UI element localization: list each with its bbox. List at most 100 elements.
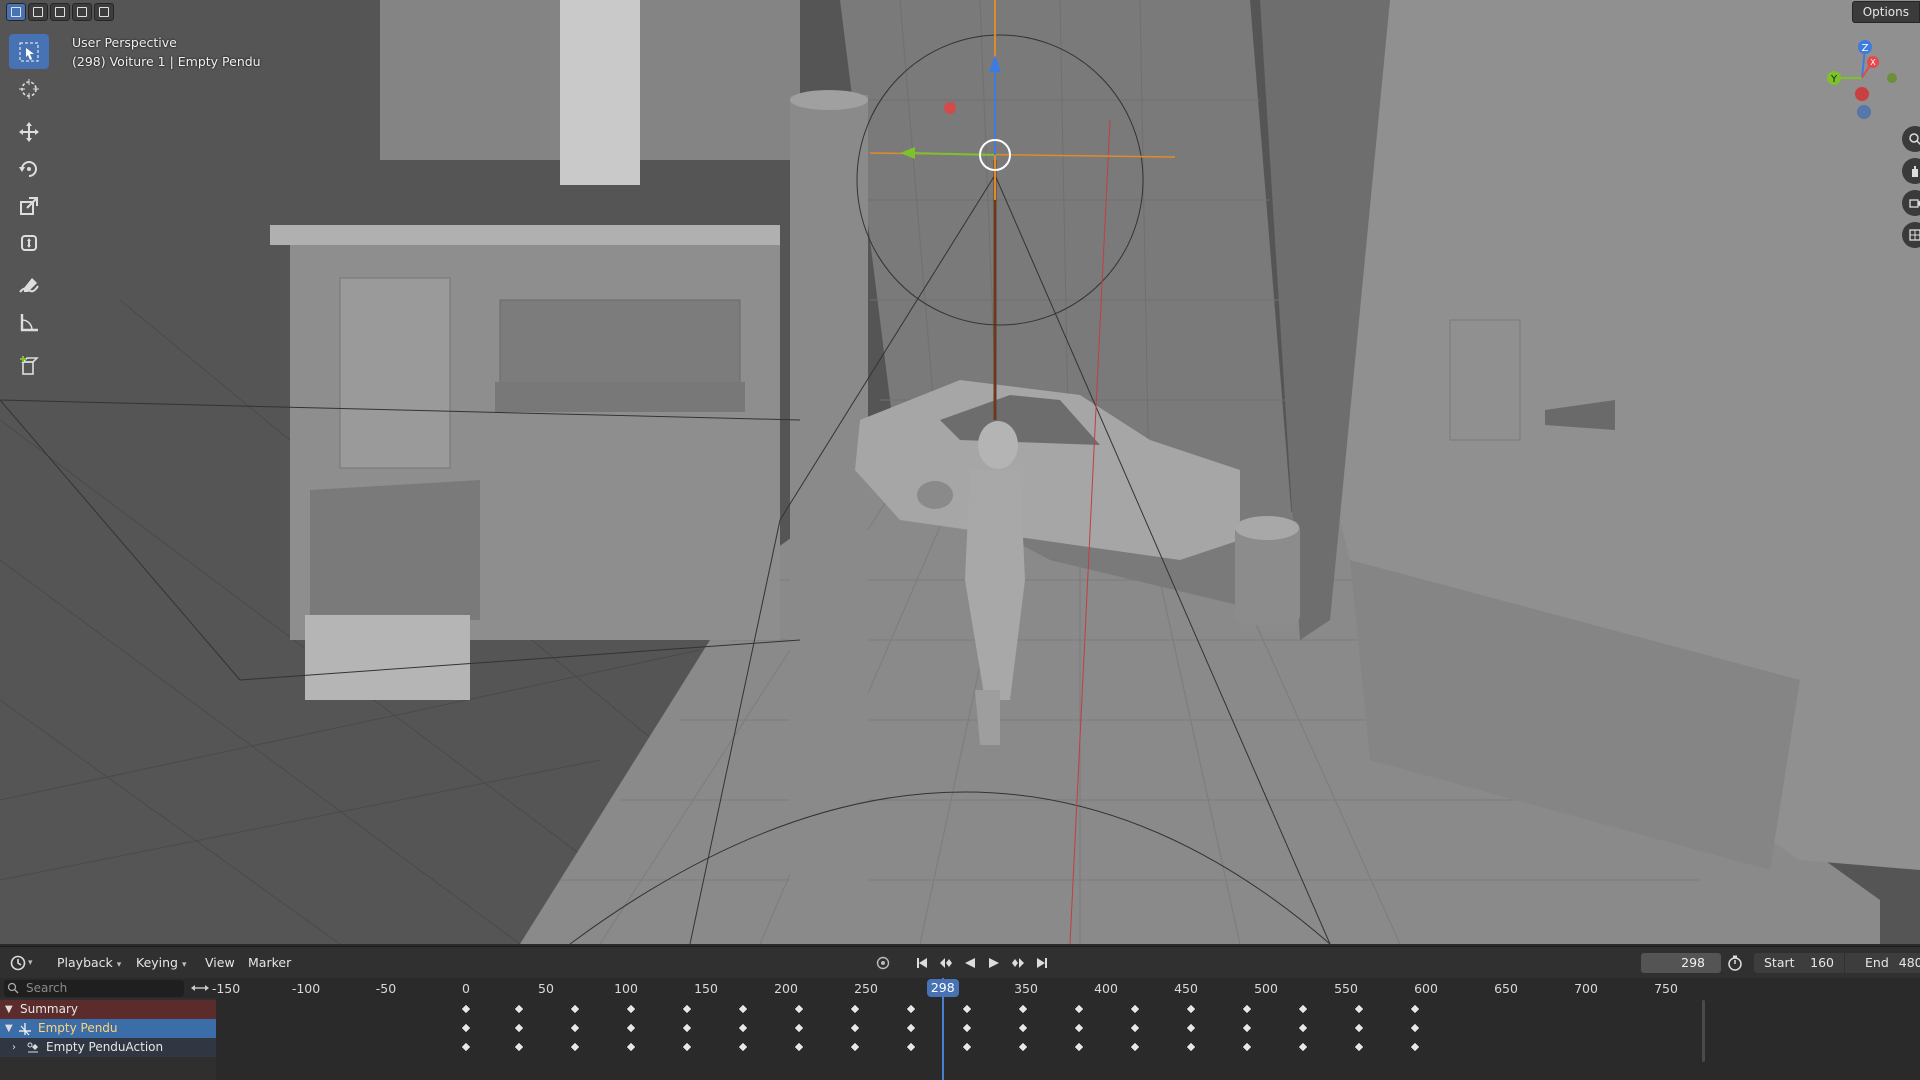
- keyframe-marker[interactable]: [1241, 1022, 1253, 1034]
- neg-z-axis-icon[interactable]: [1857, 105, 1871, 119]
- next-keyframe-button[interactable]: [1008, 954, 1028, 972]
- keyframe-marker[interactable]: [737, 1003, 749, 1015]
- keyframe-marker[interactable]: [681, 1003, 693, 1015]
- neg-y-axis-icon[interactable]: [1887, 73, 1897, 83]
- frame-ruler[interactable]: -150 -100 -50 0 50 100 150 200 250 350 400 450 500 55…: [212, 978, 1920, 998]
- keyframe-marker[interactable]: [849, 1003, 861, 1015]
- channel-object[interactable]: ▼ Empty Pendu: [0, 1019, 216, 1038]
- keyframe-marker[interactable]: [569, 1041, 581, 1053]
- keyframe-marker[interactable]: [905, 1003, 917, 1015]
- keyframe-marker[interactable]: [569, 1022, 581, 1034]
- move-tool[interactable]: [9, 114, 49, 149]
- play-reverse-button[interactable]: [960, 954, 980, 972]
- pan-button[interactable]: [1902, 158, 1920, 184]
- neg-x-axis-icon[interactable]: [1855, 87, 1869, 101]
- keyframe-marker[interactable]: [1297, 1041, 1309, 1053]
- keyframe-marker[interactable]: [1073, 1041, 1085, 1053]
- keyframe-marker[interactable]: [737, 1041, 749, 1053]
- keyframe-marker[interactable]: [460, 1041, 472, 1053]
- playback-menu[interactable]: Playback ▾: [57, 947, 121, 979]
- end-frame-field[interactable]: End 480: [1845, 953, 1920, 973]
- timeline-scrollbar[interactable]: [1702, 1000, 1705, 1062]
- current-frame-field[interactable]: 298: [1641, 953, 1721, 973]
- keyframe-marker[interactable]: [513, 1041, 525, 1053]
- keyframe-marker[interactable]: [1241, 1041, 1253, 1053]
- keyframe-marker[interactable]: [513, 1003, 525, 1015]
- keyframe-marker[interactable]: [1185, 1003, 1197, 1015]
- keyframe-marker[interactable]: [1129, 1003, 1141, 1015]
- jump-end-button[interactable]: [1032, 954, 1052, 972]
- keyframe-marker[interactable]: [1017, 1041, 1029, 1053]
- zoom-button[interactable]: [1902, 126, 1920, 152]
- swap-arrows-icon[interactable]: [190, 982, 210, 994]
- keyframe-marker[interactable]: [681, 1022, 693, 1034]
- keyframe-marker[interactable]: [849, 1041, 861, 1053]
- keyframe-marker[interactable]: [1185, 1022, 1197, 1034]
- keyframe-marker[interactable]: [961, 1022, 973, 1034]
- keyframe-marker[interactable]: [793, 1003, 805, 1015]
- keyframe-marker[interactable]: [569, 1003, 581, 1015]
- select-new-button[interactable]: [6, 3, 26, 21]
- keyframe-marker[interactable]: [1409, 1022, 1421, 1034]
- editor-type-button[interactable]: ▾: [10, 953, 42, 973]
- jump-start-button[interactable]: [912, 954, 932, 972]
- play-button[interactable]: [984, 954, 1004, 972]
- keyframe-area[interactable]: [216, 998, 1920, 1080]
- keyframe-marker[interactable]: [625, 1041, 637, 1053]
- select-difference-button[interactable]: [72, 3, 92, 21]
- keyframe-marker[interactable]: [460, 1022, 472, 1034]
- select-intersect-button[interactable]: [94, 3, 114, 21]
- keyframe-marker[interactable]: [961, 1003, 973, 1015]
- start-frame-field[interactable]: Start 160: [1754, 953, 1844, 973]
- keyframe-marker[interactable]: [1073, 1022, 1085, 1034]
- rotate-tool[interactable]: [9, 151, 49, 186]
- keyframe-marker[interactable]: [1017, 1022, 1029, 1034]
- keyframe-marker[interactable]: [1185, 1041, 1197, 1053]
- view-menu[interactable]: View: [205, 947, 235, 979]
- select-subtract-button[interactable]: [50, 3, 70, 21]
- keyframe-marker[interactable]: [849, 1022, 861, 1034]
- select-box-tool[interactable]: [9, 34, 49, 69]
- keying-menu[interactable]: Keying ▾: [136, 947, 187, 979]
- keyframe-marker[interactable]: [1129, 1022, 1141, 1034]
- keyframe-marker[interactable]: [905, 1022, 917, 1034]
- stopwatch-icon[interactable]: [1726, 954, 1744, 972]
- add-cube-tool[interactable]: [9, 348, 49, 383]
- marker-menu[interactable]: Marker: [248, 947, 291, 979]
- cursor-tool[interactable]: [9, 71, 49, 106]
- measure-tool[interactable]: [9, 305, 49, 340]
- channel-summary[interactable]: ▼ Summary: [0, 1000, 216, 1019]
- channel-search-input[interactable]: Search: [4, 980, 184, 997]
- keyframe-marker[interactable]: [793, 1022, 805, 1034]
- keyframe-marker[interactable]: [1073, 1003, 1085, 1015]
- keyframe-marker[interactable]: [1241, 1003, 1253, 1015]
- scale-tool[interactable]: [9, 188, 49, 223]
- keyframe-marker[interactable]: [793, 1041, 805, 1053]
- keyframe-marker[interactable]: [513, 1022, 525, 1034]
- keyframe-marker[interactable]: [1353, 1041, 1365, 1053]
- annotate-tool[interactable]: [9, 268, 49, 303]
- keyframe-marker[interactable]: [625, 1022, 637, 1034]
- navigation-gizmo[interactable]: Z Y X: [1822, 36, 1902, 120]
- transform-tool[interactable]: [9, 225, 49, 260]
- 3d-viewport[interactable]: User Perspective (298) Voiture 1 | Empty…: [0, 0, 1920, 944]
- auto-keying-button[interactable]: [872, 954, 894, 972]
- channel-action[interactable]: › Empty PenduAction: [0, 1038, 216, 1057]
- keyframe-marker[interactable]: [905, 1041, 917, 1053]
- keyframe-marker[interactable]: [737, 1022, 749, 1034]
- keyframe-marker[interactable]: [625, 1003, 637, 1015]
- keyframe-marker[interactable]: [1129, 1041, 1141, 1053]
- keyframe-marker[interactable]: [1297, 1022, 1309, 1034]
- keyframe-marker[interactable]: [1409, 1003, 1421, 1015]
- playhead-frame-badge[interactable]: 298: [926, 979, 959, 997]
- keyframe-marker[interactable]: [1353, 1022, 1365, 1034]
- keyframe-marker[interactable]: [1017, 1003, 1029, 1015]
- keyframe-marker[interactable]: [1353, 1003, 1365, 1015]
- options-button[interactable]: Options: [1851, 1, 1920, 23]
- keyframe-marker[interactable]: [1409, 1041, 1421, 1053]
- keyframe-marker[interactable]: [961, 1041, 973, 1053]
- keyframe-marker[interactable]: [460, 1003, 472, 1015]
- keyframe-marker[interactable]: [681, 1041, 693, 1053]
- camera-view-button[interactable]: [1902, 190, 1920, 216]
- ortho-toggle-button[interactable]: [1902, 222, 1920, 248]
